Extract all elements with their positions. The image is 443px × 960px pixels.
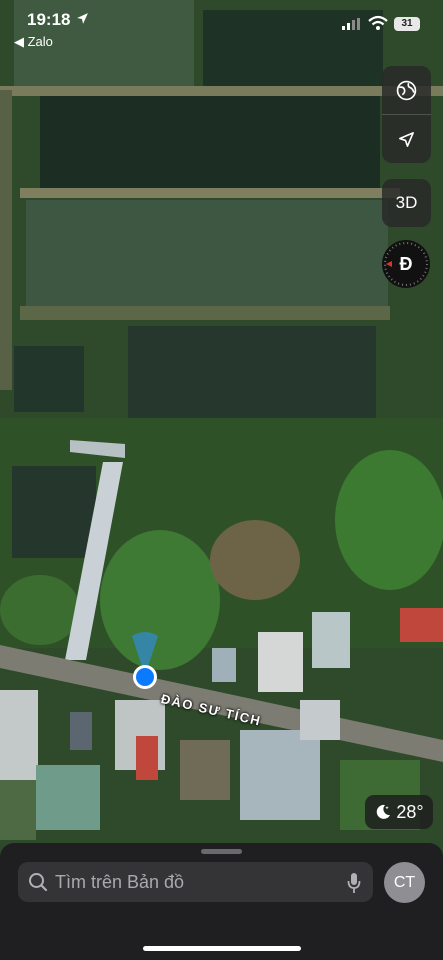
status-bar: 19:18 ◀ Zalo 31 — [0, 0, 443, 60]
pond-1 — [40, 96, 380, 188]
wifi-icon — [368, 15, 388, 30]
pond-left-small — [14, 346, 84, 412]
bottom-sheet[interactable]: Tìm trên Bản đồ CT — [0, 843, 443, 960]
search-placeholder: Tìm trên Bản đồ — [55, 871, 185, 892]
map-controls — [382, 66, 431, 163]
view-3d-control: 3D — [382, 179, 431, 227]
map-type-button[interactable] — [382, 66, 431, 114]
pond-3 — [128, 326, 376, 418]
home-indicator — [143, 946, 301, 951]
account-avatar[interactable]: CT — [384, 862, 425, 903]
3d-button[interactable]: 3D — [382, 179, 431, 227]
status-time: 19:18 — [27, 10, 71, 29]
moon-icon — [377, 804, 391, 819]
temperature: 28° — [396, 801, 424, 822]
weather-badge[interactable]: 28° — [365, 795, 433, 829]
compass-direction-label: Đ — [399, 254, 413, 274]
pond-2 — [26, 200, 388, 306]
compass[interactable]: Đ — [382, 240, 430, 288]
search-bar[interactable]: Tìm trên Bản đồ — [18, 862, 373, 902]
location-services-icon — [77, 13, 88, 24]
microphone-icon[interactable] — [347, 872, 361, 894]
current-location-button[interactable] — [382, 114, 431, 163]
globe-icon — [396, 80, 417, 100]
sheet-grabber[interactable] — [201, 849, 242, 854]
pond-left-lower — [12, 466, 96, 558]
location-arrow-icon — [399, 131, 414, 147]
search-icon — [28, 872, 48, 892]
cellular-signal-icon — [342, 18, 360, 30]
back-to-app-link[interactable]: ◀ Zalo — [14, 34, 53, 50]
battery-indicator: 31 — [394, 17, 420, 31]
